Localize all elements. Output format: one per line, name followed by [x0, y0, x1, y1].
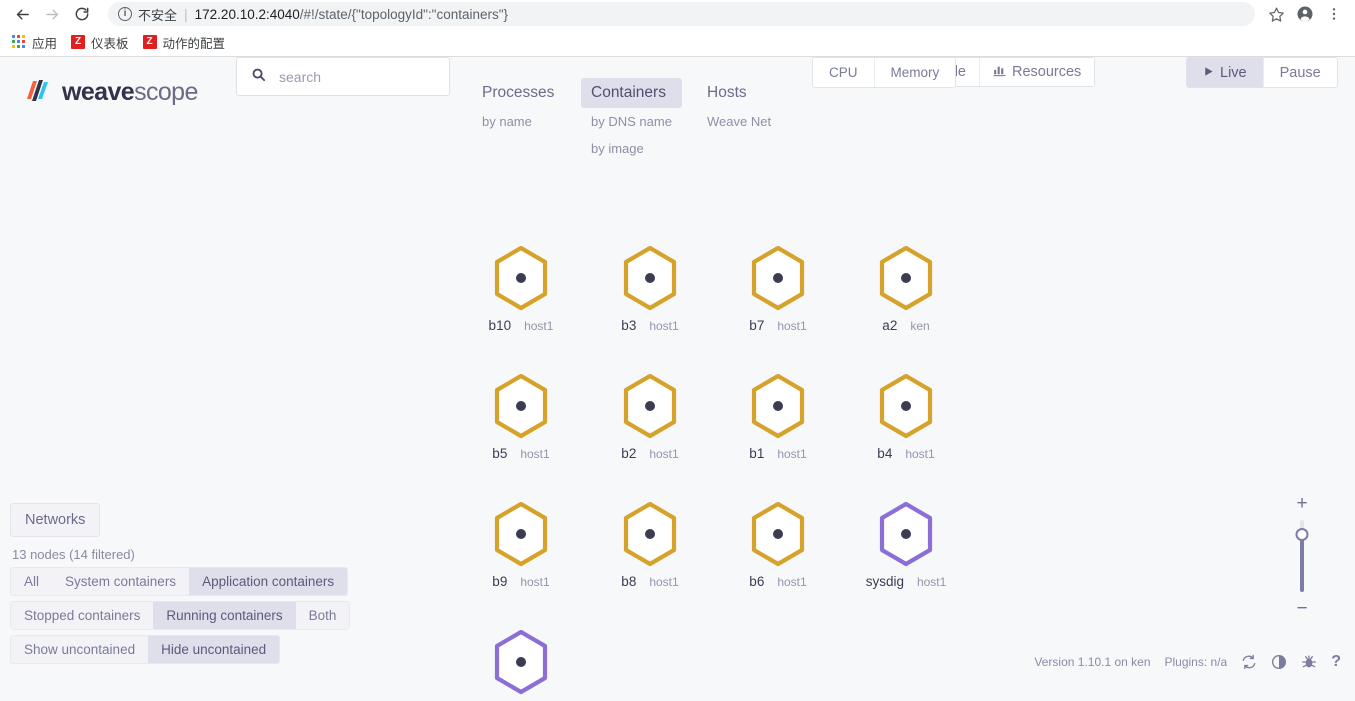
- address-bar[interactable]: i 不安全 | 172.20.10.2:4040/#!/state/{"topo…: [108, 2, 1255, 26]
- hexagon-icon: [875, 244, 937, 312]
- filter-group-1: Stopped containers Running containers Both: [10, 601, 351, 630]
- hexagon-icon: [619, 372, 681, 440]
- filter-option-show-uncontained[interactable]: Show uncontained: [11, 636, 149, 663]
- help-icon[interactable]: ?: [1331, 653, 1341, 671]
- security-label: 不安全: [138, 7, 178, 23]
- status-bar: Version 1.10.1 on ken Plugins: n/a ?: [1034, 653, 1341, 671]
- zoom-in-button[interactable]: +: [1296, 494, 1307, 513]
- filter-group-0: All System containers Application containe…: [10, 567, 349, 596]
- graph-node-sublabel: host1: [777, 447, 807, 461]
- filter-option-system-containers[interactable]: System containers: [52, 568, 190, 595]
- filter-row: All System containers Application containe…: [10, 567, 430, 596]
- back-icon[interactable]: [7, 3, 37, 25]
- graph-node-sublabel: host1: [524, 319, 554, 333]
- bookmark-label: 应用: [32, 36, 58, 51]
- zoom-control[interactable]: + −: [1289, 494, 1315, 618]
- bug-icon[interactable]: [1301, 654, 1317, 670]
- account-icon[interactable]: [1292, 2, 1318, 26]
- filter-group-2: Show uncontained Hide uncontained: [10, 635, 281, 664]
- contrast-icon[interactable]: [1271, 654, 1287, 670]
- hexagon-icon: [490, 244, 552, 312]
- filter-option-application-containers[interactable]: Application containers: [189, 568, 348, 595]
- info-icon: i: [118, 7, 132, 21]
- filter-option-running-containers[interactable]: Running containers: [153, 602, 296, 629]
- graph-node-label: b5: [492, 446, 508, 461]
- hexagon-icon: [747, 244, 809, 312]
- zabbix-favicon: Z: [71, 35, 86, 49]
- graph-node-sublabel: host1: [520, 447, 550, 461]
- graph-node-label: b9: [492, 574, 508, 589]
- filter-option-stopped-containers[interactable]: Stopped containers: [11, 602, 154, 629]
- bookmark-star-icon[interactable]: [1263, 2, 1289, 26]
- filter-option-all[interactable]: All: [11, 568, 53, 595]
- hexagon-icon: [747, 500, 809, 568]
- hexagon-icon: [747, 372, 809, 440]
- version-label: Version 1.10.1 on ken: [1034, 655, 1151, 669]
- hexagon-icon: [875, 500, 937, 568]
- graph-node-label: b10: [488, 318, 512, 333]
- bookmark-dashboard[interactable]: Z 仪表板: [65, 30, 135, 55]
- graph-node-label: b3: [621, 318, 637, 333]
- graph-node-sublabel: ken: [910, 319, 930, 333]
- graph-node-label: a2: [882, 318, 898, 333]
- graph-node-sublabel: host1: [905, 447, 935, 461]
- node-count-label: 13 nodes (14 filtered): [12, 547, 135, 562]
- zabbix-favicon: Z: [142, 35, 157, 49]
- hexagon-icon: [490, 500, 552, 568]
- chrome-toolbar-icons: [1263, 2, 1355, 26]
- browser-nav-row: i 不安全 | 172.20.10.2:4040/#!/state/{"topo…: [0, 0, 1355, 28]
- graph-node-label: b7: [749, 318, 765, 333]
- bookmark-label: 动作的配置: [162, 36, 226, 51]
- graph-node-sublabel: host1: [520, 575, 550, 589]
- hexagon-icon: [619, 500, 681, 568]
- graph-node-sublabel: host1: [649, 319, 679, 333]
- plugins-label: Plugins: n/a: [1164, 655, 1228, 669]
- hexagon-icon: [619, 244, 681, 312]
- filter-groups: All System containers Application containe…: [10, 567, 430, 664]
- zoom-slider-track[interactable]: [1295, 520, 1309, 592]
- graph-node-label: b8: [621, 574, 637, 589]
- filter-row: Stopped containers Running containers Both: [10, 601, 430, 630]
- reload-icon[interactable]: [67, 3, 97, 25]
- filter-row: Show uncontained Hide uncontained: [10, 635, 430, 664]
- filter-option-hide-uncontained[interactable]: Hide uncontained: [148, 636, 280, 663]
- url-host: 172.20.10.2:4040: [194, 6, 300, 22]
- bookmark-apps[interactable]: 应用: [6, 30, 63, 55]
- url-text: 172.20.10.2:4040/#!/state/{"topologyId":…: [195, 7, 508, 22]
- zoom-out-button[interactable]: −: [1296, 599, 1307, 618]
- bookmark-action-config[interactable]: Z 动作的配置: [137, 30, 232, 55]
- url-path: /#!/state/{"topologyId":"containers"}: [299, 6, 509, 22]
- kebab-menu-icon[interactable]: [1321, 2, 1347, 26]
- hexagon-icon: [490, 372, 552, 440]
- graph-node-sublabel: host1: [777, 575, 807, 589]
- graph-node-label: sysdig: [865, 574, 904, 589]
- refresh-icon[interactable]: [1241, 654, 1257, 670]
- graph-node-sublabel: host1: [916, 575, 947, 589]
- graph-node-label: b4: [877, 446, 893, 461]
- hexagon-icon: [875, 372, 937, 440]
- forward-icon[interactable]: [37, 3, 67, 25]
- filter-option-both[interactable]: Both: [295, 602, 350, 629]
- apps-grid-icon: [12, 35, 26, 49]
- graph-node-label: b6: [749, 574, 765, 589]
- graph-node-label: b2: [621, 446, 637, 461]
- browser-chrome: i 不安全 | 172.20.10.2:4040/#!/state/{"topo…: [0, 0, 1355, 57]
- bookmark-label: 仪表板: [91, 36, 129, 51]
- networks-button[interactable]: Networks: [10, 503, 101, 537]
- graph-node-sublabel: host1: [649, 447, 679, 461]
- bookmarks-bar: 应用 Z 仪表板 Z 动作的配置: [0, 28, 1355, 56]
- zoom-slider-fill: [1300, 536, 1304, 592]
- graph-node-label: b1: [749, 446, 765, 461]
- filter-panel: Networks 13 nodes (14 filtered) All Syste…: [10, 503, 430, 669]
- weave-scope-app: weavescope search Processes by name Cont…: [0, 57, 1355, 695]
- zoom-slider-knob[interactable]: [1295, 528, 1309, 541]
- graph-node-sublabel: host1: [649, 575, 679, 589]
- omnibox-divider: |: [184, 6, 188, 22]
- graph-node-sublabel: host1: [777, 319, 807, 333]
